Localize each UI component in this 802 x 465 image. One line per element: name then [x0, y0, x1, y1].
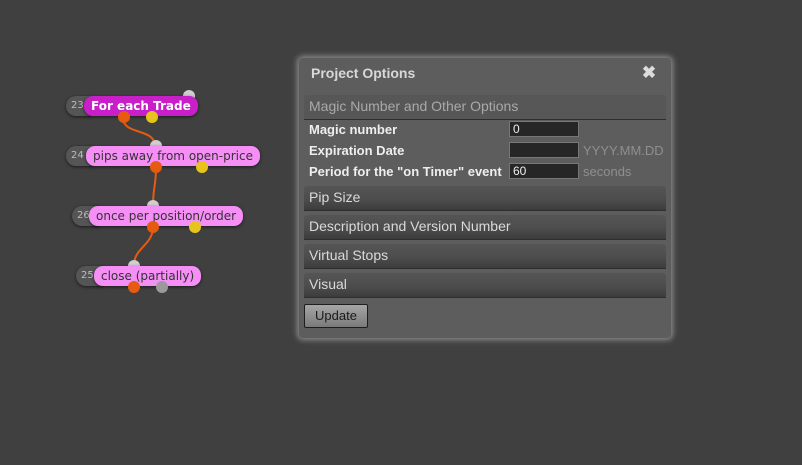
block-for-each-trade[interactable]: 23 For each Trade: [66, 90, 198, 123]
section-label: Virtual Stops: [309, 247, 389, 263]
option-hint: YYYY.MM.DD: [583, 143, 664, 158]
project-options-dialog: Project Options ✖ Magic Number and Other…: [299, 58, 671, 338]
output-connector-orange[interactable]: [128, 281, 140, 293]
timer-period-input[interactable]: [509, 163, 579, 179]
block-close-partially[interactable]: 25 close (partially): [76, 260, 202, 293]
option-expiration-date: Expiration Date YYYY.MM.DD: [304, 140, 666, 160]
expiration-date-input[interactable]: [509, 142, 579, 158]
section-description-version[interactable]: Description and Version Number: [304, 215, 666, 240]
output-connector-yellow[interactable]: [146, 111, 158, 123]
block-label: pips away from open-price: [86, 146, 260, 166]
close-icon[interactable]: ✖: [640, 64, 658, 82]
option-hint: seconds: [583, 164, 632, 179]
section-visual[interactable]: Visual: [304, 273, 666, 298]
output-connector-grey[interactable]: [156, 281, 168, 293]
option-label: Magic number: [309, 122, 398, 137]
output-connector-yellow[interactable]: [189, 221, 201, 233]
output-connector-orange[interactable]: [150, 161, 162, 173]
option-timer-period: Period for the "on Timer" event seconds: [304, 161, 666, 181]
section-label: Pip Size: [309, 189, 361, 205]
block-label: close (partially): [94, 266, 202, 286]
block-label: For each Trade: [84, 96, 198, 116]
dialog-title: Project Options: [311, 65, 416, 81]
output-connector-orange[interactable]: [118, 111, 130, 123]
section-label: Visual: [309, 276, 347, 292]
option-magic-number: Magic number: [304, 119, 666, 139]
option-label: Period for the "on Timer" event: [309, 164, 502, 179]
section-pip-size[interactable]: Pip Size: [304, 186, 666, 211]
section-virtual-stops[interactable]: Virtual Stops: [304, 244, 666, 269]
block-once-per-position[interactable]: 26 once per position/order: [72, 200, 244, 233]
update-button[interactable]: Update: [304, 304, 368, 328]
section-magic-number[interactable]: Magic Number and Other Options: [304, 95, 666, 120]
option-label: Expiration Date: [309, 143, 405, 158]
section-label: Magic Number and Other Options: [309, 98, 519, 114]
section-label: Description and Version Number: [309, 218, 511, 234]
output-connector-orange[interactable]: [147, 221, 159, 233]
block-pips-away[interactable]: 24 pips away from open-price: [66, 140, 260, 173]
magic-number-input[interactable]: [509, 121, 579, 137]
block-label: once per position/order: [89, 206, 244, 226]
output-connector-yellow[interactable]: [196, 161, 208, 173]
